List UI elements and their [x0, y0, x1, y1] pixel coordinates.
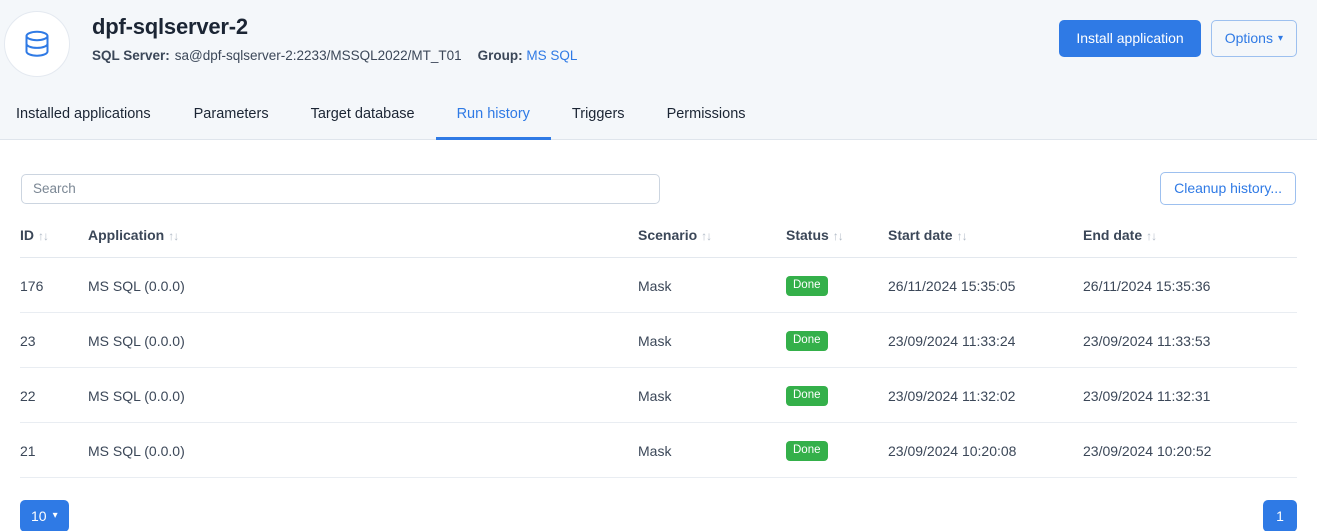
tab-parameters[interactable]: Parameters: [173, 88, 290, 140]
cell-application: MS SQL (0.0.0): [88, 313, 638, 368]
tab-triggers[interactable]: Triggers: [551, 88, 646, 140]
options-button[interactable]: Options ▾: [1211, 20, 1297, 57]
table-row[interactable]: 23 MS SQL (0.0.0) Mask Done 23/09/2024 1…: [20, 313, 1297, 368]
table-head: ID ↑↓ Application ↑↓ Scenario ↑↓ Status ↑↓ S…: [20, 221, 1297, 258]
search-input[interactable]: [21, 174, 660, 204]
table-header-row: ID ↑↓ Application ↑↓ Scenario ↑↓ Status ↑↓ S…: [20, 221, 1297, 258]
sort-arrows-icon[interactable]: ↑↓: [168, 229, 178, 243]
tab-target-database[interactable]: Target database: [290, 88, 436, 140]
server-label: SQL Server:: [92, 47, 170, 65]
status-badge: Done: [786, 331, 828, 351]
cell-status: Done: [786, 258, 888, 313]
server-value: sa@dpf-sqlserver-2:2233/MSSQL2022/MT_T01: [175, 47, 462, 65]
status-badge: Done: [786, 276, 828, 296]
column-label: Application: [88, 227, 164, 243]
sort-arrows-icon[interactable]: ↑↓: [1146, 229, 1156, 243]
options-button-label: Options: [1225, 30, 1273, 47]
cell-start-date: 23/09/2024 11:32:02: [888, 368, 1083, 423]
column-header-application[interactable]: Application ↑↓: [88, 221, 638, 258]
tab-label: Installed applications: [16, 106, 151, 122]
cell-start-date: 26/11/2024 15:35:05: [888, 258, 1083, 313]
cell-end-date: 23/09/2024 11:32:31: [1083, 368, 1297, 423]
page-button-1[interactable]: 1: [1263, 500, 1297, 531]
status-badge: Done: [786, 441, 828, 461]
sort-arrows-icon[interactable]: ↑↓: [957, 229, 967, 243]
cell-status: Done: [786, 423, 888, 478]
column-label: End date: [1083, 227, 1142, 243]
cell-id: 22: [20, 368, 88, 423]
cleanup-history-button[interactable]: Cleanup history...: [1160, 172, 1296, 205]
page-header: dpf-sqlserver-2 SQL Server: sa@dpf-sqlse…: [0, 0, 1317, 140]
cell-status: Done: [786, 313, 888, 368]
cell-scenario: Mask: [638, 258, 786, 313]
table-row[interactable]: 176 MS SQL (0.0.0) Mask Done 26/11/2024 …: [20, 258, 1297, 313]
table-row[interactable]: 21 MS SQL (0.0.0) Mask Done 23/09/2024 1…: [20, 423, 1297, 478]
chevron-down-icon: ▾: [1278, 34, 1283, 44]
run-history-table: ID ↑↓ Application ↑↓ Scenario ↑↓ Status ↑↓ S…: [20, 221, 1297, 478]
cell-end-date: 26/11/2024 15:35:36: [1083, 258, 1297, 313]
column-label: ID: [20, 227, 34, 243]
column-label: Status: [786, 227, 829, 243]
tab-run-history[interactable]: Run history: [436, 88, 551, 140]
cell-scenario: Mask: [638, 423, 786, 478]
cell-end-date: 23/09/2024 11:33:53: [1083, 313, 1297, 368]
group-link[interactable]: MS SQL: [526, 48, 577, 63]
avatar: [4, 11, 70, 77]
title-block: dpf-sqlserver-2 SQL Server: sa@dpf-sqlse…: [92, 9, 577, 65]
column-header-status[interactable]: Status ↑↓: [786, 221, 888, 258]
cell-id: 21: [20, 423, 88, 478]
cell-id: 23: [20, 313, 88, 368]
page-size-value: 10: [31, 508, 47, 524]
sort-arrows-icon[interactable]: ↑↓: [833, 229, 843, 243]
header-top-row: dpf-sqlserver-2 SQL Server: sa@dpf-sqlse…: [0, 0, 1317, 88]
page-size-select[interactable]: 10 ▾: [20, 500, 69, 531]
tab-label: Run history: [457, 106, 530, 122]
cell-end-date: 23/09/2024 10:20:52: [1083, 423, 1297, 478]
page-title: dpf-sqlserver-2: [92, 13, 577, 41]
card-toolbar: Cleanup history...: [0, 150, 1317, 205]
cell-scenario: Mask: [638, 313, 786, 368]
column-header-scenario[interactable]: Scenario ↑↓: [638, 221, 786, 258]
table-row[interactable]: 22 MS SQL (0.0.0) Mask Done 23/09/2024 1…: [20, 368, 1297, 423]
tab-label: Parameters: [194, 106, 269, 122]
database-icon: [23, 29, 51, 59]
table-body: 176 MS SQL (0.0.0) Mask Done 26/11/2024 …: [20, 258, 1297, 478]
tab-label: Triggers: [572, 106, 625, 122]
install-application-button[interactable]: Install application: [1059, 20, 1200, 57]
run-history-card: Cleanup history... ID ↑↓ Application ↑↓ Sc…: [0, 150, 1317, 531]
chevron-down-icon: ▾: [53, 511, 58, 521]
tab-bar: Installed applications Parameters Target…: [0, 88, 1317, 140]
column-header-start-date[interactable]: Start date ↑↓: [888, 221, 1083, 258]
column-header-end-date[interactable]: End date ↑↓: [1083, 221, 1297, 258]
sort-arrows-icon[interactable]: ↑↓: [701, 229, 711, 243]
tab-installed-applications[interactable]: Installed applications: [16, 88, 173, 140]
table-footer: 10 ▾ 1: [0, 478, 1317, 531]
cell-application: MS SQL (0.0.0): [88, 368, 638, 423]
tab-label: Permissions: [667, 106, 746, 122]
tab-permissions[interactable]: Permissions: [646, 88, 767, 140]
cell-scenario: Mask: [638, 368, 786, 423]
tab-label: Target database: [311, 106, 415, 122]
group-block: Group: MS SQL: [478, 47, 578, 65]
cell-id: 176: [20, 258, 88, 313]
group-label: Group:: [478, 48, 523, 63]
cell-start-date: 23/09/2024 10:20:08: [888, 423, 1083, 478]
pagination: 1: [1263, 500, 1297, 531]
run-history-page: dpf-sqlserver-2 SQL Server: sa@dpf-sqlse…: [0, 0, 1317, 531]
column-label: Scenario: [638, 227, 697, 243]
cell-status: Done: [786, 368, 888, 423]
cell-application: MS SQL (0.0.0): [88, 258, 638, 313]
cell-start-date: 23/09/2024 11:33:24: [888, 313, 1083, 368]
header-actions: Install application Options ▾: [1059, 9, 1297, 57]
sort-arrows-icon[interactable]: ↑↓: [38, 229, 48, 243]
column-label: Start date: [888, 227, 953, 243]
column-header-id[interactable]: ID ↑↓: [20, 221, 88, 258]
cell-application: MS SQL (0.0.0): [88, 423, 638, 478]
connection-subtitle: SQL Server: sa@dpf-sqlserver-2:2233/MSSQ…: [92, 47, 577, 65]
status-badge: Done: [786, 386, 828, 406]
